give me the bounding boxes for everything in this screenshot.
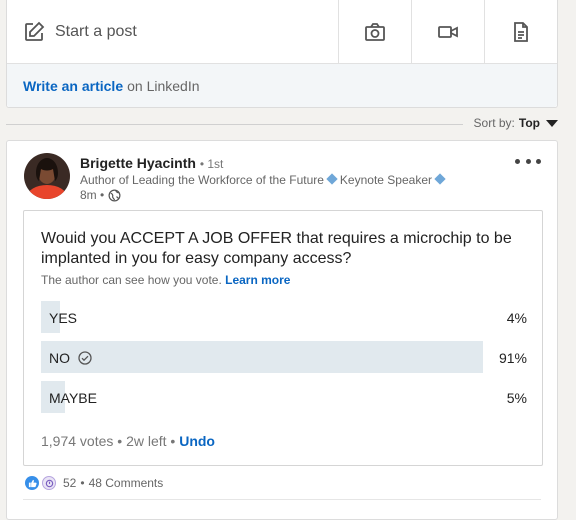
poll-footer: 1,974 votes • 2w left • Undo [41, 433, 215, 449]
poll-question: Wouid you ACCEPT A JOB OFFER that requir… [41, 230, 512, 267]
poll-stats: 1,974 votes • 2w left • [41, 433, 176, 449]
write-article-link[interactable]: Write an article [23, 78, 123, 94]
curious-reaction-icon [42, 476, 56, 490]
learn-more-link[interactable]: Learn more [225, 273, 290, 287]
check-circle-icon [78, 351, 92, 365]
avatar[interactable] [24, 153, 70, 199]
sort-dropdown[interactable]: Sort by: Top [474, 116, 558, 130]
video-button[interactable] [411, 0, 484, 63]
poll-note-text: The author can see how you vote. [41, 273, 222, 287]
poll-option-percent: 5% [506, 390, 527, 406]
reaction-count: 52 [63, 476, 77, 490]
feed-sort-row: Sort by: Top [6, 114, 558, 134]
diamond-icon [434, 173, 446, 185]
poll-option-percent: 4% [506, 310, 527, 326]
start-post-button[interactable]: Start a post [7, 0, 338, 63]
poll-option-no[interactable]: NO 91% [41, 341, 527, 373]
poll: Wouid you ACCEPT A JOB OFFER that requir… [23, 210, 543, 466]
sort-label: Sort by: [473, 116, 515, 130]
like-reaction-icon [25, 476, 39, 490]
poll-option-text: NO [49, 350, 70, 366]
sort-value: Top [518, 116, 540, 130]
dot-icon [515, 158, 520, 164]
dot-icon [525, 158, 531, 164]
share-box: Start a post Write an article on LinkedI… [6, 0, 558, 108]
diamond-icon [326, 173, 338, 185]
document-button[interactable] [484, 0, 557, 63]
author-name: Brigette Hyacinth [80, 155, 196, 171]
undo-vote-link[interactable]: Undo [179, 433, 215, 449]
share-actions-row: Start a post [7, 0, 557, 64]
poll-result-bar [41, 341, 484, 373]
post-card: Brigette Hyacinth • 1st Author of Leadin… [6, 140, 558, 520]
pencil-square-icon [23, 21, 45, 43]
post-meta: 8m • [80, 188, 121, 202]
poll-option-label: NO [49, 350, 92, 366]
dot-icon [536, 158, 541, 164]
poll-option-label: MAYBE [49, 390, 97, 406]
write-article-suffix: on LinkedIn [127, 77, 200, 94]
comments-count-link[interactable]: 48 Comments [89, 476, 164, 490]
poll-option-yes[interactable]: YES 4% [41, 301, 527, 333]
author-headline: Author of Leading the Workforce of the F… [80, 173, 448, 187]
poll-option-percent: 91% [498, 350, 527, 366]
photo-button[interactable] [338, 0, 411, 63]
sort-divider [6, 124, 463, 125]
start-post-label: Start a post [55, 22, 137, 40]
author-name-link[interactable]: Brigette Hyacinth • 1st [80, 155, 223, 171]
write-article-row: Write an article on LinkedIn [7, 64, 557, 107]
poll-option-text: MAYBE [49, 390, 97, 406]
poll-option-label: YES [49, 310, 77, 326]
poll-option-text: YES [49, 310, 78, 326]
caret-down-icon [546, 119, 558, 127]
social-counts[interactable]: 52 • 48 Comments [25, 476, 163, 490]
camera-icon [365, 22, 385, 41]
poll-note: The author can see how you vote. Learn m… [41, 273, 290, 287]
globe-icon [108, 189, 121, 201]
post-time: 8m • [80, 188, 105, 202]
headline-part-2: Keynote Speaker [339, 173, 432, 187]
social-separator: • [80, 476, 85, 490]
headline-part-1: Author of Leading the Workforce of the F… [80, 173, 324, 187]
more-options-button[interactable] [515, 153, 541, 169]
card-divider [23, 499, 541, 500]
poll-option-maybe[interactable]: MAYBE 5% [41, 381, 527, 413]
connection-degree: • 1st [199, 157, 224, 171]
document-icon [514, 21, 528, 42]
video-icon [438, 25, 458, 38]
